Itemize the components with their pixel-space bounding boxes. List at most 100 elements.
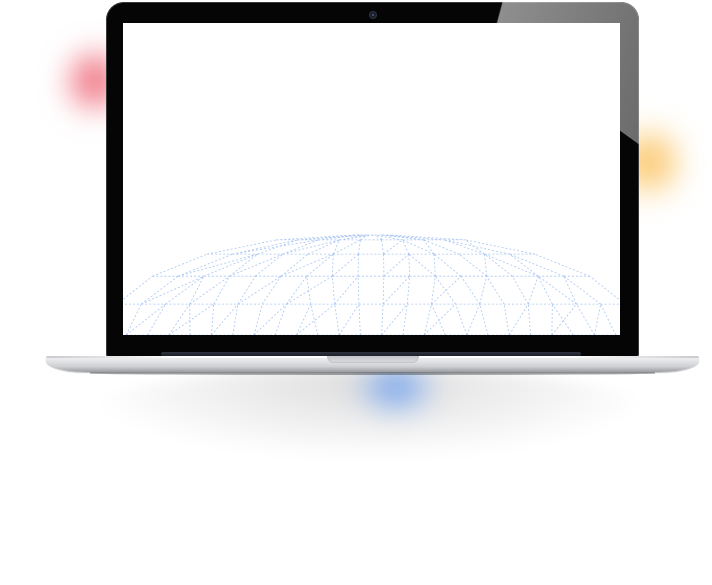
dome-wire (253, 303, 263, 335)
dome-wire (280, 253, 309, 277)
dome-wire (433, 254, 436, 277)
laptop-screen (123, 23, 620, 335)
dome-wire (423, 303, 456, 335)
dome-wire (503, 304, 510, 335)
dome-wire (600, 303, 617, 335)
dome-wire (382, 275, 410, 305)
dome-wire (381, 304, 384, 335)
dome-wire (408, 253, 436, 277)
dome-wire (408, 254, 410, 277)
dome-wire (168, 303, 215, 335)
dome-wire (431, 303, 446, 335)
dome-wire (123, 275, 153, 300)
dome-wire (563, 276, 577, 305)
dome-wire (431, 275, 462, 305)
dome-wire (460, 275, 481, 305)
dome-wire (211, 303, 239, 335)
dome-wire (458, 253, 487, 277)
dome-wire (125, 303, 142, 335)
dome-wire (537, 276, 553, 305)
webcam-icon (370, 12, 376, 18)
dome-wire (229, 253, 258, 277)
dome-wire (382, 276, 385, 305)
dome-wire (479, 276, 488, 305)
dome-wire (232, 304, 239, 335)
dome-wire (433, 253, 462, 277)
dome-wire (434, 275, 456, 305)
dome-wire (147, 303, 166, 335)
dome-wire (306, 276, 311, 305)
dome-wire (189, 275, 230, 305)
dome-wire (332, 253, 359, 277)
dome-wire (280, 253, 334, 277)
dome-wire (509, 253, 565, 277)
geodesic-dome-graphic (123, 234, 620, 335)
dome-wire (534, 253, 590, 277)
dome-wire (229, 253, 283, 277)
laptop-lid (106, 2, 639, 358)
dome-wire (286, 275, 333, 305)
dome-wire (551, 303, 577, 335)
dome-wire (338, 303, 360, 335)
dome-wire (126, 303, 166, 335)
dome-wire (406, 276, 410, 305)
dome-wire (334, 304, 340, 335)
dome-wire (213, 276, 230, 305)
dome-wire (332, 254, 334, 277)
dome-wire (152, 253, 208, 277)
dome-wire (563, 275, 601, 305)
dome-wire (484, 254, 488, 277)
dome-wire (211, 304, 215, 335)
dome-wire (189, 276, 205, 305)
dome-wire (479, 303, 489, 335)
dome-wire (253, 303, 287, 335)
dome-wire (306, 253, 334, 277)
dome-wire (296, 303, 335, 335)
dome-wire (402, 304, 408, 335)
dome-wire (381, 234, 445, 241)
dome-wire (576, 303, 595, 335)
dome-wire (333, 239, 361, 255)
dome-wire (381, 239, 384, 255)
dome-wire (177, 253, 233, 277)
dome-wire (261, 275, 282, 305)
dome-wire (358, 239, 361, 255)
dome-wire (512, 276, 529, 305)
dome-wire (388, 234, 424, 241)
dome-wire (594, 304, 602, 335)
dome-wire (509, 253, 539, 277)
dome-wire (286, 275, 308, 305)
dome-wire (237, 275, 282, 305)
dome-wire (527, 304, 531, 335)
dome-wire (296, 303, 311, 335)
dome-wire (455, 303, 468, 335)
dome-wire (383, 239, 403, 255)
lid-opening-notch (327, 356, 419, 363)
dome-wire (589, 275, 620, 301)
dome-wire (466, 303, 481, 335)
dome-wire (332, 276, 336, 305)
dome-wire (276, 234, 354, 241)
dome-wire (168, 303, 191, 335)
dome-wire (486, 275, 505, 305)
dome-wire (274, 303, 287, 335)
dome-wire (357, 276, 360, 305)
dome-wire (282, 239, 340, 255)
dome-wire (388, 234, 466, 241)
dome-wire (141, 275, 179, 305)
dome-wire (431, 276, 436, 305)
dome-wire (232, 239, 319, 255)
dome-wire (484, 253, 513, 277)
dome-wire (141, 275, 204, 305)
dome-wire (537, 275, 577, 305)
dome-wire (383, 253, 410, 277)
dome-wire (423, 304, 432, 335)
dome-wire (165, 275, 205, 305)
dome-wire (444, 239, 485, 255)
laptop-base (46, 356, 699, 372)
dome-wire (527, 276, 539, 305)
dome-wire (310, 304, 319, 335)
dome-wire (484, 253, 539, 277)
dome-wire (255, 253, 284, 277)
dome-wire (508, 303, 529, 335)
